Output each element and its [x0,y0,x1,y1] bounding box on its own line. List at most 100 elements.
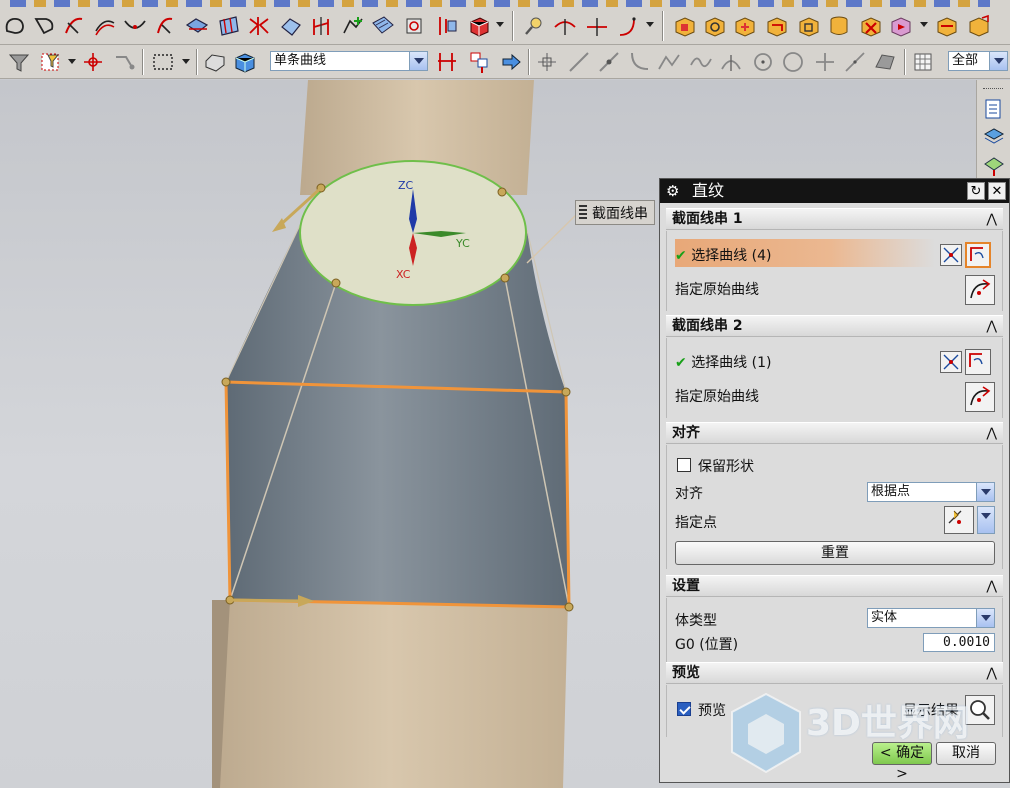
chevron-up-icon[interactable]: ⋀ [986,576,997,597]
suppress-feature-icon[interactable] [826,13,852,39]
point-inference-dropdown[interactable] [977,506,995,534]
delete-feature-icon[interactable] [858,13,884,39]
law-extension-icon[interactable] [308,13,334,39]
align-header[interactable]: 对齐 ⋀ [666,422,1003,444]
dropdown-arrow-icon[interactable] [920,22,928,27]
chevron-up-icon[interactable]: ⋀ [986,316,997,337]
update-feature-icon[interactable] [934,13,960,39]
g0-tolerance-input[interactable]: 0.0010 [923,633,995,652]
offset-surface-icon[interactable] [340,13,366,39]
point-dialog-button[interactable] [944,506,974,534]
chevron-up-icon[interactable]: ⋀ [986,423,997,444]
section1-header[interactable]: 截面线串 1 ⋀ [666,208,1003,230]
snap-on-curve-icon[interactable] [842,49,868,75]
solid-body-icon[interactable] [202,49,228,75]
constraint-navigator-icon[interactable] [981,152,1005,176]
feature-playback-icon[interactable] [888,13,914,39]
reset-button[interactable]: 重置 [675,541,995,565]
snap-midpoint-icon[interactable] [566,49,592,75]
follow-fillet-icon[interactable] [498,49,524,75]
dropdown-arrow-icon[interactable] [646,22,654,27]
origin-curve-button-2[interactable] [965,382,995,412]
through-curves-icon[interactable] [184,13,210,39]
select-curve-button-1[interactable] [965,242,991,268]
curve-analysis-icon[interactable] [552,13,578,39]
snap-existing-point-icon[interactable] [812,49,838,75]
preview-checkbox[interactable] [677,702,691,716]
snap-tangent-icon[interactable] [718,49,744,75]
body-type-dropdown[interactable]: 实体 [867,608,995,628]
chevron-down-icon[interactable] [409,52,427,70]
replace-feature-icon[interactable] [796,13,822,39]
keep-shape-checkbox[interactable] [677,458,691,472]
rectangle-select-icon[interactable] [150,49,176,75]
extend-sheet-icon[interactable] [278,13,304,39]
preview-header[interactable]: 预览 ⋀ [666,662,1003,684]
align-method-dropdown[interactable]: 根据点 [867,482,995,502]
curve-rule-button-2[interactable] [940,351,962,373]
move-feature-icon[interactable] [732,13,758,39]
section-surface-icon[interactable] [402,13,428,39]
edit-feature-icon[interactable] [702,13,728,39]
infer-point-icon[interactable] [112,49,138,75]
offset-curve-icon[interactable] [92,13,118,39]
cube-view-icon[interactable] [232,49,258,75]
select-curve-row-1[interactable]: ✔ 选择曲线 (4) [675,239,935,267]
curvature-icon[interactable] [616,13,642,39]
dropdown-arrow-icon[interactable] [496,22,504,27]
snap-arc-icon[interactable] [626,49,652,75]
chevron-down-icon[interactable] [978,507,994,533]
chevron-up-icon[interactable]: ⋀ [986,209,997,230]
ok-button[interactable]: < 确定 > [872,742,932,782]
trim-sheet-icon[interactable] [434,13,460,39]
chevron-down-icon[interactable] [976,483,994,501]
swept-icon[interactable] [246,13,272,39]
close-icon[interactable]: ✕ [988,182,1006,200]
box-icon[interactable] [466,13,492,39]
edit-solid-icon[interactable] [672,13,698,39]
layer-grid-icon[interactable] [910,49,936,75]
snap-control-icon[interactable] [596,49,622,75]
analysis-icon[interactable] [522,13,548,39]
section2-header[interactable]: 截面线串 2 ⋀ [666,315,1003,337]
callout-grip-icon[interactable] [579,205,587,221]
snap-endpoint-icon[interactable] [534,49,560,75]
dropdown-arrow-icon[interactable] [68,59,76,64]
chevron-down-icon[interactable] [976,609,994,627]
snap-circle-icon[interactable] [780,49,806,75]
fillet-curve-icon[interactable] [62,13,88,39]
selection-scope-icon[interactable] [38,49,64,75]
select-curve-button-2[interactable] [965,349,991,375]
cancel-button[interactable]: 取消 [936,742,996,765]
gear-icon[interactable]: ⚙ [666,179,682,203]
show-result-button[interactable] [965,695,995,725]
convert-solid-icon[interactable] [966,13,992,39]
lower-pipe-face[interactable] [212,600,568,788]
selection-filter-dropdown[interactable]: 单条曲线 [270,51,428,71]
reset-dialog-icon[interactable]: ↻ [967,182,985,200]
curve-rule-button-1[interactable] [940,244,962,266]
chevron-up-icon[interactable]: ⋀ [986,663,997,684]
sketch-icon[interactable] [2,13,28,39]
deviation-icon[interactable] [584,13,610,39]
stop-at-intersection-icon[interactable] [466,49,492,75]
reorder-feature-icon[interactable] [764,13,790,39]
dropdown-arrow-icon[interactable] [182,59,190,64]
select-filter-icon[interactable] [6,49,32,75]
dialog-titlebar[interactable]: ⚙ 直纹 ↻ ✕ [660,179,1009,203]
assembly-navigator-icon[interactable] [981,124,1005,148]
curve-rule-icon[interactable] [434,49,460,75]
project-curve-icon[interactable] [152,13,178,39]
part-navigator-icon[interactable] [981,96,1005,120]
mesh-surface-icon[interactable] [216,13,242,39]
layer-dropdown[interactable]: 全部 [948,51,1008,71]
section-string-callout[interactable]: 截面线串 [575,200,655,225]
settings-header[interactable]: 设置 ⋀ [666,575,1003,597]
chevron-down-icon[interactable] [989,52,1007,70]
snap-quadrant-icon[interactable] [688,49,714,75]
snap-intersection-icon[interactable] [656,49,682,75]
origin-curve-button-1[interactable] [965,275,995,305]
patch-surface-icon[interactable] [370,13,396,39]
snap-point-icon[interactable] [80,49,106,75]
snap-center-icon[interactable] [750,49,776,75]
